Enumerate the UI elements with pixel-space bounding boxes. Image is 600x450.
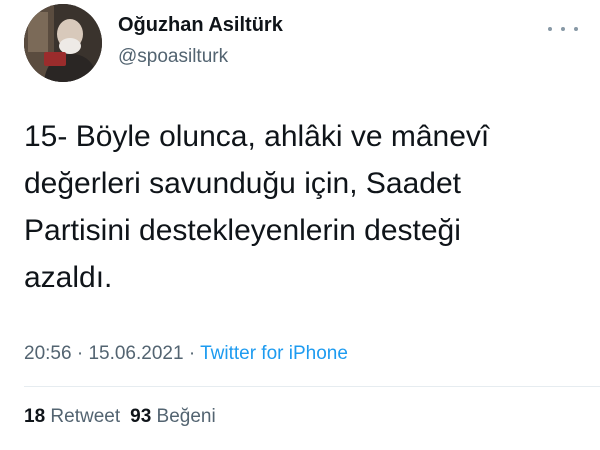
- tweet-meta: 20:56 · 15.06.2021 · Twitter for iPhone: [24, 343, 348, 365]
- retweet-label: Retweet: [50, 406, 121, 427]
- like-label: Beğeni: [156, 406, 216, 427]
- more-options-icon[interactable]: [548, 22, 578, 36]
- divider: [24, 386, 600, 387]
- author-name[interactable]: Oğuzhan Asiltürk: [118, 14, 283, 37]
- tweet-text: 15- Böyle olunca, ahlâki ve mânevî değer…: [24, 120, 490, 294]
- more-dot: [548, 27, 552, 31]
- tweet-card: Oğuzhan Asiltürk @spoasilturk 15- Böyle …: [0, 0, 600, 450]
- profile-photo-icon: [24, 4, 102, 82]
- author-handle[interactable]: @spoasilturk: [118, 46, 228, 68]
- tweet-source-link[interactable]: Twitter for iPhone: [200, 343, 348, 364]
- meta-separator: ·: [188, 343, 196, 364]
- more-dot: [561, 27, 565, 31]
- meta-separator: ·: [76, 343, 84, 364]
- tweet-time[interactable]: 20:56: [24, 343, 72, 364]
- tweet-stats: 18 Retweet 93 Beğeni: [24, 406, 216, 428]
- likes-stat[interactable]: 93 Beğeni: [130, 406, 216, 427]
- retweet-count: 18: [24, 406, 46, 427]
- retweets-stat[interactable]: 18 Retweet: [24, 406, 120, 427]
- avatar[interactable]: [24, 4, 102, 82]
- more-dot: [574, 27, 578, 31]
- like-count: 93: [130, 406, 152, 427]
- tweet-date[interactable]: 15.06.2021: [88, 343, 183, 364]
